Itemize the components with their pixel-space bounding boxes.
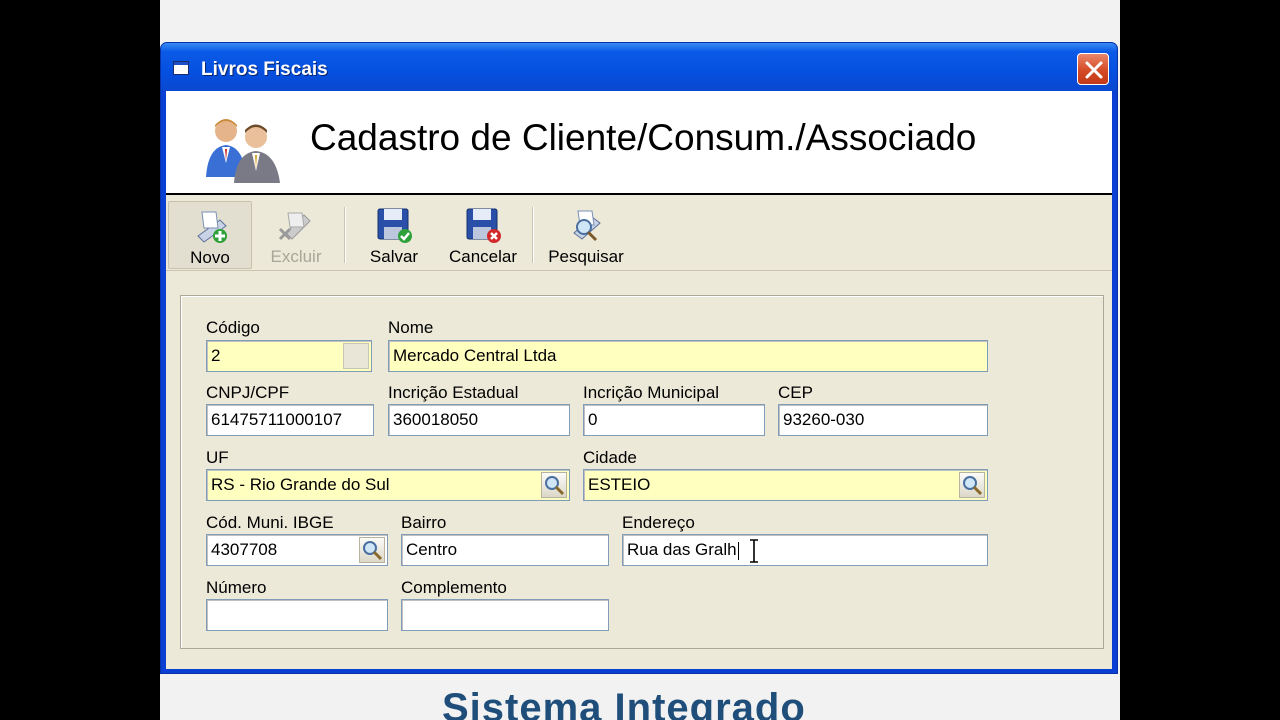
- save-icon: [377, 208, 412, 243]
- uf-label: UF: [206, 448, 229, 467]
- uf-field[interactable]: RS - Rio Grande do Sul: [206, 469, 570, 501]
- lookup-icon: [963, 476, 983, 496]
- page-title: Cadastro de Cliente/Consum./Associado: [310, 117, 977, 158]
- codigo-label: Código: [206, 318, 260, 337]
- new-record-icon: [197, 211, 227, 243]
- cidade-field[interactable]: ESTEIO: [583, 469, 988, 501]
- bairro-field[interactable]: Centro: [401, 534, 609, 566]
- title-bar[interactable]: Livros Fiscais: [161, 43, 1117, 91]
- ibge-value: 4307708: [211, 540, 278, 559]
- cep-value: 93260-030: [783, 410, 865, 429]
- cancelar-label: Cancelar: [448, 247, 518, 266]
- toolbar: Novo Excluir Salvar Cancelar Pesquisar: [166, 197, 1112, 271]
- toolbar-separator: [532, 207, 534, 263]
- nome-label: Nome: [388, 318, 434, 337]
- novo-button[interactable]: Novo: [168, 201, 252, 269]
- cep-label: CEP: [778, 383, 813, 402]
- footer-caption: Sistema Integrado: [442, 686, 806, 720]
- ie-label: Incrição Estadual: [388, 383, 519, 402]
- codigo-field[interactable]: 2: [206, 340, 372, 372]
- codigo-value: 2: [211, 346, 221, 365]
- numero-label: Número: [206, 578, 267, 597]
- lookup-icon: [363, 541, 383, 561]
- im-field[interactable]: 0: [583, 404, 765, 436]
- lookup-icon: [545, 476, 565, 496]
- cep-field[interactable]: 93260-030: [778, 404, 988, 436]
- form-header: Cadastro de Cliente/Consum./Associado: [166, 91, 1112, 195]
- ie-field[interactable]: 360018050: [388, 404, 570, 436]
- bairro-label: Bairro: [401, 513, 447, 532]
- cnpj-label: CNPJ/CPF: [206, 383, 290, 402]
- excluir-label: Excluir: [270, 247, 322, 266]
- cidade-value: ESTEIO: [588, 475, 651, 494]
- pesquisar-label: Pesquisar: [548, 247, 624, 266]
- ibge-lookup-button[interactable]: [359, 537, 385, 563]
- toolbar-separator: [344, 207, 346, 263]
- pesquisar-button[interactable]: Pesquisar: [540, 201, 632, 269]
- nome-value: Mercado Central Ltda: [393, 346, 557, 365]
- bairro-value: Centro: [406, 540, 458, 559]
- novo-label: Novo: [190, 248, 230, 267]
- delete-record-icon: [278, 212, 311, 241]
- close-button[interactable]: [1077, 53, 1109, 85]
- ie-value: 360018050: [393, 410, 479, 429]
- im-label: Incrição Municipal: [583, 383, 720, 402]
- salvar-button[interactable]: Salvar: [354, 201, 434, 269]
- window-client-area: Cadastro de Cliente/Consum./Associado No…: [166, 91, 1112, 669]
- uf-lookup-button[interactable]: [541, 472, 567, 498]
- close-icon: [1085, 61, 1103, 79]
- endereco-field[interactable]: Rua das Gralh: [622, 534, 988, 566]
- cancelar-button[interactable]: Cancelar: [438, 201, 528, 269]
- cnpj-field[interactable]: 61475711000107: [206, 404, 374, 436]
- ibeam-cursor-icon: [750, 539, 758, 563]
- cnpj-value: 61475711000107: [211, 410, 343, 429]
- ibge-label: Cód. Muni. IBGE: [206, 513, 334, 532]
- video-frame: Livros Fiscais Cadastro de Cliente/Consu…: [160, 0, 1120, 720]
- livros-fiscais-window: Livros Fiscais Cadastro de Cliente/Consu…: [160, 42, 1118, 674]
- uf-value: RS - Rio Grande do Sul: [211, 475, 390, 494]
- form-panel: Código 2 Nome Mercado Central Ltda CNPJ/…: [180, 295, 1104, 649]
- complemento-field[interactable]: [401, 599, 609, 631]
- endereco-value: Rua das Gralh: [627, 540, 737, 559]
- im-value: 0: [588, 410, 598, 429]
- cidade-lookup-button[interactable]: [959, 472, 985, 498]
- ibge-field[interactable]: 4307708: [206, 534, 388, 566]
- codigo-lookup-button: [343, 343, 369, 369]
- window-title: Livros Fiscais: [201, 59, 328, 80]
- cancel-icon: [466, 208, 501, 243]
- salvar-label: Salvar: [369, 247, 419, 266]
- users-icon: [204, 117, 284, 188]
- nome-field[interactable]: Mercado Central Ltda: [388, 340, 988, 372]
- numero-field[interactable]: [206, 599, 388, 631]
- excluir-button[interactable]: Excluir: [256, 201, 336, 269]
- complemento-label: Complemento: [401, 578, 507, 597]
- endereco-label: Endereço: [622, 513, 695, 532]
- search-icon: [573, 210, 601, 242]
- window-app-icon: [173, 61, 189, 75]
- text-caret: [737, 541, 739, 560]
- cidade-label: Cidade: [583, 448, 637, 467]
